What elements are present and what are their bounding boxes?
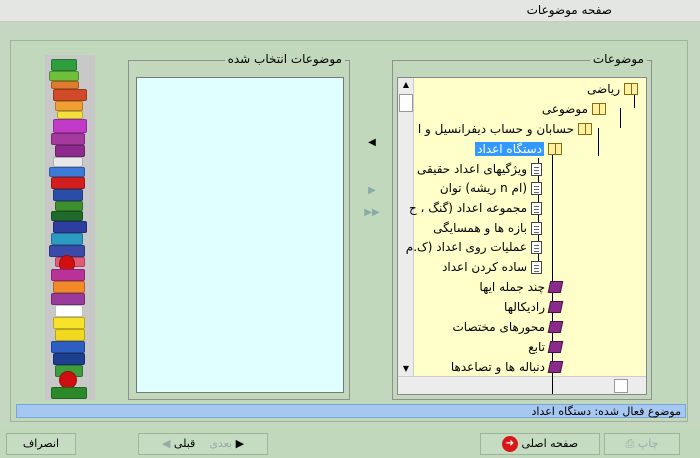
tree-node-polynomials[interactable]: چند جمله ایها [479, 278, 564, 296]
window-title: صفحه موضوعات [526, 3, 612, 17]
document-icon [531, 181, 542, 195]
home-arrow-icon: ➜ [501, 436, 518, 452]
document-icon [531, 221, 542, 235]
tree-node-intervals[interactable]: بازه ها و همسایگی [433, 219, 542, 237]
tree-node-calculus[interactable]: حسابان و حساب دیفرانسیل و ا [418, 120, 592, 138]
selected-topics-list[interactable] [136, 77, 344, 393]
book-closed-icon [547, 321, 564, 333]
printer-icon: ⎙ [625, 437, 635, 450]
selected-topics-group: موضوعات انتخاب شده [128, 52, 350, 400]
book-closed-icon [547, 281, 564, 293]
tree-node-sequences[interactable]: دنباله ها و تصاعدها [451, 358, 564, 376]
selected-topics-caption: موضوعات انتخاب شده [224, 52, 345, 66]
remove-topic-arrow-icon[interactable]: ▶ [362, 183, 382, 199]
topics-caption: موضوعات [589, 52, 647, 66]
tree-vertical-scrollbar[interactable]: ▲ ▼ [398, 78, 414, 376]
tree-node-number-operations[interactable]: عملیات روی اعداد (ک.م [406, 238, 542, 256]
tree-node-number-systems[interactable]: دستگاه اعداد [475, 140, 562, 158]
print-button[interactable]: ⎙ چاپ [604, 433, 680, 455]
book-open-icon [578, 123, 592, 135]
status-text: موضوع فعال شده: دستگاه اعداد [531, 405, 682, 418]
tree-node-coordinate-axes[interactable]: محورهای مختصات [452, 318, 564, 336]
remove-all-topics-arrow-icon[interactable]: ▶▶ [362, 205, 382, 221]
vertical-scroll-thumb[interactable] [399, 94, 413, 112]
book-open-icon [592, 103, 606, 115]
book-open-icon [548, 143, 562, 155]
books-illustration [45, 55, 95, 400]
cancel-button[interactable]: انصراف [6, 433, 76, 455]
home-button[interactable]: ➜ صفحه اصلی [480, 433, 600, 455]
tree-node-radicals[interactable]: رادیکالها [504, 298, 564, 316]
book-open-icon [624, 83, 638, 95]
document-icon [531, 162, 542, 176]
status-bar: موضوع فعال شده: دستگاه اعداد [16, 404, 686, 418]
topics-group: موضوعات ▲ ▼ ریاضی موضوعی حسابان و حساب د… [392, 52, 652, 400]
bottom-toolbar: ⎙ چاپ ➜ صفحه اصلی ◀ بعدی قبلی ▶ انصراف [0, 426, 700, 458]
add-topic-arrow-icon[interactable]: ◀ [362, 135, 382, 151]
navigation-buttons: ◀ بعدی قبلی ▶ [138, 433, 268, 455]
tree-horizontal-scrollbar[interactable] [398, 376, 646, 394]
document-icon [531, 260, 542, 274]
tree-node-topical[interactable]: موضوعی [542, 100, 606, 118]
book-closed-icon [547, 361, 564, 373]
scroll-down-icon[interactable]: ▼ [398, 362, 414, 376]
scroll-up-icon[interactable]: ▲ [398, 78, 414, 92]
document-icon [531, 240, 542, 254]
tree-node-math[interactable]: ریاضی [587, 80, 638, 98]
horizontal-scroll-thumb[interactable] [614, 379, 628, 393]
book-closed-icon [547, 301, 564, 313]
prev-arrow-icon: ▶ [235, 437, 245, 450]
tree-node-real-number-properties[interactable]: ویژگیهای اعداد حقیقی [417, 160, 542, 178]
title-bar: صفحه موضوعات [0, 0, 700, 22]
topics-tree[interactable]: ▲ ▼ ریاضی موضوعی حسابان و حساب دیفرانسیل… [397, 77, 647, 395]
next-button[interactable]: بعدی [209, 437, 232, 450]
tree-node-number-sets[interactable]: مجموعه اعداد (گنگ ، ح [409, 199, 542, 217]
prev-button[interactable]: قبلی [174, 437, 195, 450]
tree-node-simplifying-numbers[interactable]: ساده کردن اعداد [442, 258, 542, 276]
book-closed-icon [547, 341, 564, 353]
next-arrow-icon: ◀ [161, 437, 171, 450]
tree-node-powers[interactable]: توان (ریشه n ام) [440, 179, 542, 197]
document-icon [531, 201, 542, 215]
tree-node-functions[interactable]: تابع [528, 338, 564, 356]
